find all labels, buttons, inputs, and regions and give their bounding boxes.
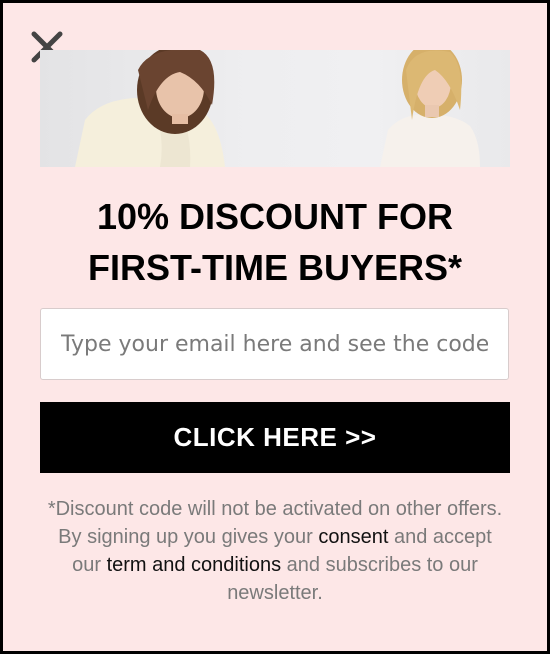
model-right-figure bbox=[380, 50, 480, 167]
model-left-figure bbox=[75, 50, 225, 167]
headline-line-1: 10% DISCOUNT FOR bbox=[96, 196, 454, 237]
headline-line-2: FIRST-TIME BUYERS* bbox=[87, 247, 463, 288]
terms-text: *Discount code will not be activated on … bbox=[43, 495, 507, 607]
headline: 10% DISCOUNT FOR FIRST-TIME BUYERS* bbox=[3, 191, 547, 293]
click-here-button[interactable]: CLICK HERE >> bbox=[40, 402, 510, 473]
hero-image bbox=[40, 50, 510, 167]
email-input[interactable] bbox=[40, 308, 509, 380]
discount-popup: 10% DISCOUNT FOR FIRST-TIME BUYERS* CLIC… bbox=[0, 0, 550, 654]
terms-and-conditions-link[interactable]: term and conditions bbox=[107, 554, 282, 576]
consent-link[interactable]: consent bbox=[318, 526, 388, 548]
